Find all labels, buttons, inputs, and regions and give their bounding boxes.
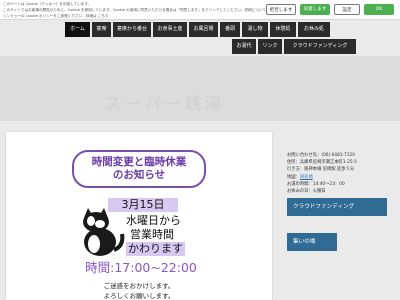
info-map: 地図：同名地 (287, 174, 397, 181)
nav-item-home[interactable]: ホーム (65, 22, 90, 37)
crowdfunding-button[interactable]: クラウドファンディング (287, 198, 387, 216)
cookie-settings-button[interactable]: 設定 (334, 4, 360, 15)
map-link[interactable]: 同名地 (300, 175, 313, 180)
cookie-text: このページは Cookie（クッキー）を利用しています。 このサイトではお客様の… (3, 1, 265, 19)
nav-item-crowdfunding[interactable]: クラウドファンディング (284, 39, 356, 54)
main-nav: ホーム 宴席 宴席から番台 お食事土産 お風呂場 番頭 湯し物 休憩処 お休み処… (65, 22, 365, 54)
cookie-reject-button[interactable]: 拒否します (266, 4, 296, 15)
poster-note: よろしくお願いします。 (103, 292, 175, 300)
nav-item[interactable]: お風呂場 (189, 22, 218, 37)
poster-line: かわります (126, 242, 185, 256)
poster-line: 水曜日から (126, 214, 181, 227)
cookie-line[interactable]: ジンドゥーの Cookie ポリシーをご参照ください。詳細は こちら (3, 13, 265, 19)
info-map-label: 地図： (287, 174, 300, 180)
nav-item[interactable]: お休み処 (298, 22, 330, 37)
poster-line: 営業時間 (130, 228, 174, 241)
poster-heading: 時間変更と臨時休業 のお知らせ (78, 156, 200, 182)
nav-item[interactable]: 湯し物 (242, 22, 268, 37)
poster-note: ご迷惑をおかけします。 (103, 282, 175, 290)
shop-info: お問い合わせ先：(06) 6481-7120 住所：兵庫県尼崎市潮江本町1-25… (287, 152, 397, 195)
info-phone: お問い合わせ先：(06) 6481-7120 (287, 153, 355, 158)
hero-banner: スーパー銭湯 (0, 56, 400, 121)
notice-poster: 時間変更と臨時休業 のお知らせ 3月15日 水曜日から 営業時間 かわります 時… (72, 150, 206, 300)
info-hours: お湯の時間：14:40～23：00 (287, 181, 345, 187)
info-holiday: お休みの日：火曜日 (287, 189, 326, 195)
nav-item[interactable]: 宴席 (92, 22, 111, 37)
gathering-button[interactable]: 集いの場 (287, 233, 337, 251)
nav-item[interactable]: お湯代 (232, 39, 256, 54)
cookie-banner: このページは Cookie（クッキー）を利用しています。 このサイトではお客様の… (0, 0, 400, 20)
info-address: 住所：兵庫県尼崎市潮江本町1-25-5 (287, 160, 357, 166)
notice-card: 時間変更と臨時休業 のお知らせ 3月15日 水曜日から 営業時間 かわります 時… (6, 132, 272, 300)
hero-title: スーパー銭湯 (105, 94, 225, 113)
nav-item[interactable]: 番頭 (220, 22, 240, 37)
nav-item[interactable]: お食事土産 (153, 22, 187, 37)
cookie-accept-button[interactable]: 同意します (300, 4, 330, 15)
cat-illustration (83, 208, 125, 256)
nav-item[interactable]: 休憩処 (270, 22, 296, 37)
nav-item[interactable]: リンク (258, 39, 282, 54)
poster-time: 時間:17:00~22:00 (85, 260, 197, 275)
nav-item[interactable]: 宴席から番台 (113, 22, 151, 37)
poster-heading-line: のお知らせ (112, 169, 166, 181)
cookie-ok-button[interactable]: OK (364, 4, 394, 15)
poster-heading-line: 時間変更と臨時休業 (91, 156, 187, 168)
info-access: 行き方：阪神本線 尼崎駅 徒歩５分 (287, 167, 355, 173)
